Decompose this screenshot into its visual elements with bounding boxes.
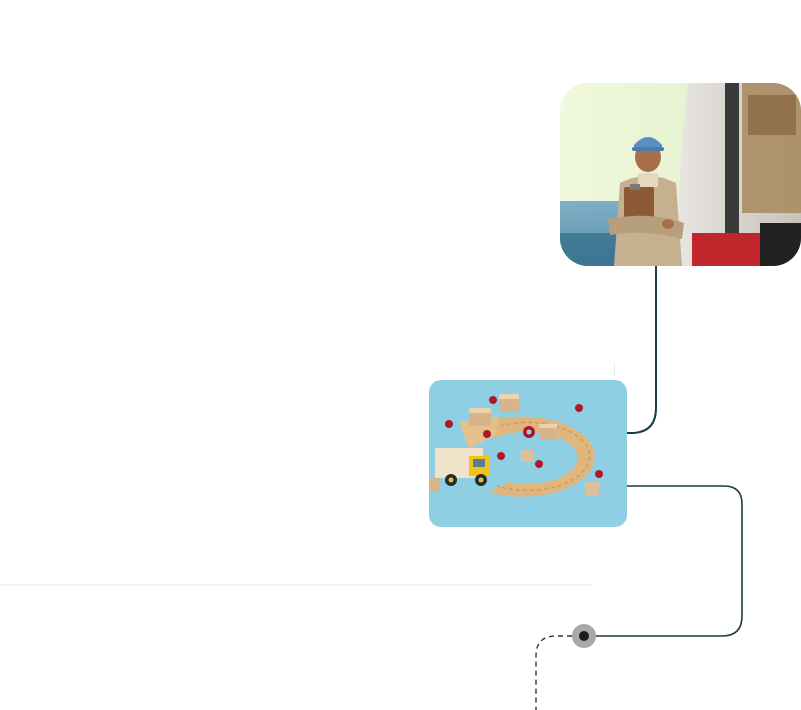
logistics-photo — [429, 380, 627, 527]
horizontal-divider — [0, 584, 592, 586]
courier-photo — [560, 83, 801, 266]
timeline-node-ring — [572, 624, 596, 648]
small-divider-tick — [614, 362, 615, 376]
connector-line-dashed — [535, 635, 572, 710]
timeline-node-center — [579, 631, 589, 641]
connector-line-upper — [627, 266, 657, 434]
